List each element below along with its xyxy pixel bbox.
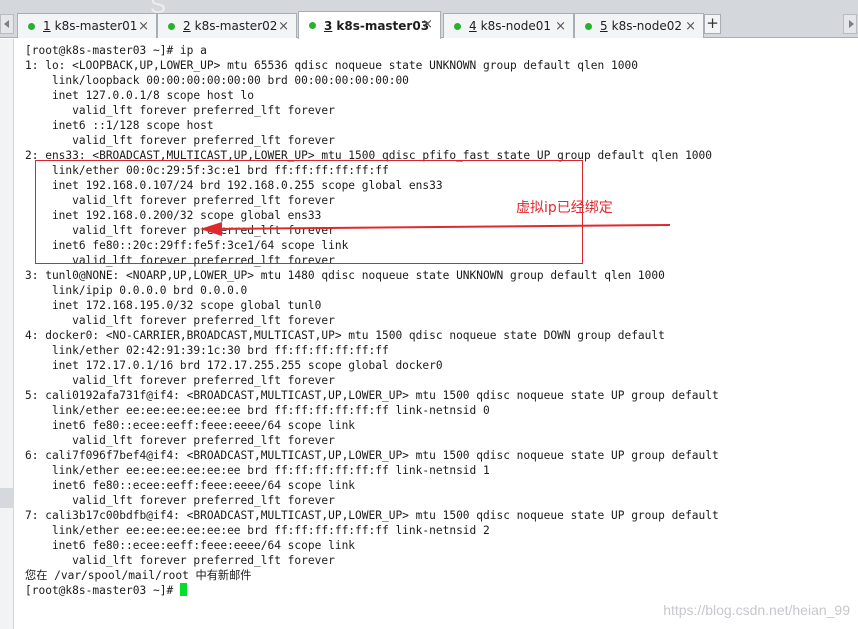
connected-status-icon <box>168 22 175 30</box>
tab-number: 5 <box>600 19 608 33</box>
terminal-prompt-line[interactable]: [root@k8s-master03 ~]# <box>25 583 845 598</box>
terminal-line: 4: docker0: <NO-CARRIER,BROADCAST,MULTIC… <box>25 329 665 342</box>
tab-scroll-left-button[interactable] <box>0 14 14 34</box>
tab-bar: S 1 k8s-master01 × 2 k8s-master02 × 3 k8… <box>0 0 858 39</box>
terminal-line: valid_lft forever preferred_lft forever <box>25 554 335 567</box>
terminal-line: valid_lft forever preferred_lft forever <box>25 374 335 387</box>
terminal-line: 您在 /var/spool/mail/root 中有新邮件 <box>25 569 252 582</box>
terminal-line: 5: cali0192afa731f@if4: <BROADCAST,MULTI… <box>25 389 719 402</box>
terminal-line: 1: lo: <LOOPBACK,UP,LOWER_UP> mtu 65536 … <box>25 59 638 72</box>
tab-close-icon[interactable]: × <box>422 17 433 32</box>
terminal-line: link/loopback 00:00:00:00:00:00 brd 00:0… <box>25 74 409 87</box>
terminal-line: valid_lft forever preferred_lft forever <box>25 434 335 447</box>
terminal-line: link/ipip 0.0.0.0 brd 0.0.0.0 <box>25 284 248 297</box>
tab-number: 4 <box>469 19 477 33</box>
terminal-line: link/ether ee:ee:ee:ee:ee:ee brd ff:ff:f… <box>25 404 490 417</box>
tab-k8s-master01[interactable]: 1 k8s-master01 × <box>17 13 157 38</box>
tab-k8s-node01[interactable]: 4 k8s-node01 × <box>443 13 574 38</box>
tab-number: 3 <box>324 18 333 33</box>
terminal-line: 6: cali7f096f7bef4@if4: <BROADCAST,MULTI… <box>25 449 719 462</box>
terminal-line: [root@k8s-master03 ~]# ip a <box>25 44 207 57</box>
tab-k8s-master03[interactable]: 3 k8s-master03 × <box>298 11 441 39</box>
connected-status-icon <box>309 22 316 29</box>
terminal-line: link/ether 02:42:91:39:1c:30 brd ff:ff:f… <box>25 344 389 357</box>
tab-close-icon[interactable]: × <box>138 19 149 34</box>
tab-close-icon[interactable]: × <box>685 19 696 34</box>
annotation-label: 虚拟ip已经绑定 <box>516 200 613 216</box>
terminal-line: link/ether ee:ee:ee:ee:ee:ee brd ff:ff:f… <box>25 524 490 537</box>
connected-status-icon <box>454 22 461 30</box>
connected-status-icon <box>28 22 35 30</box>
tab-label: k8s-master01 <box>54 19 138 33</box>
terminal-line: inet 172.168.195.0/32 scope global tunl0 <box>25 299 322 312</box>
tab-number: 1 <box>43 19 51 33</box>
terminal-line: link/ether ee:ee:ee:ee:ee:ee brd ff:ff:f… <box>25 464 490 477</box>
text-cursor <box>179 583 187 596</box>
left-side-panel <box>0 39 14 629</box>
tab-label: k8s-master02 <box>194 19 278 33</box>
tab-k8s-node02[interactable]: 5 k8s-node02 × <box>574 13 704 38</box>
tab-label: k8s-node01 <box>480 19 552 33</box>
terminal-line: inet6 fe80::ecee:eeff:feee:eeee/64 scope… <box>25 539 356 552</box>
terminal-line: inet 172.17.0.1/16 brd 172.17.255.255 sc… <box>25 359 443 372</box>
highlight-box <box>35 160 583 264</box>
terminal-line: valid_lft forever preferred_lft forever <box>25 104 335 117</box>
terminal-output[interactable]: [root@k8s-master03 ~]# ip a 1: lo: <LOOPB… <box>25 43 845 598</box>
tab-close-icon[interactable]: × <box>278 19 289 34</box>
connected-status-icon <box>585 22 592 30</box>
terminal-line: inet 127.0.0.1/8 scope host lo <box>25 89 255 102</box>
terminal-line: valid_lft forever preferred_lft forever <box>25 494 335 507</box>
tab-k8s-master02[interactable]: 2 k8s-master02 × <box>157 13 297 38</box>
terminal-line: valid_lft forever preferred_lft forever <box>25 134 335 147</box>
terminal-line: 3: tunl0@NONE: <NOARP,UP,LOWER_UP> mtu 1… <box>25 269 665 282</box>
terminal-line: inet6 ::1/128 scope host <box>25 119 214 132</box>
tab-close-icon[interactable]: × <box>555 19 566 34</box>
tab-scroll-right-button[interactable] <box>843 14 857 34</box>
tab-number: 2 <box>183 19 191 33</box>
watermark-url: https://blog.csdn.net/heian_99 <box>663 602 850 618</box>
tab-label: k8s-node02 <box>611 19 683 33</box>
terminal-line: valid_lft forever preferred_lft forever <box>25 314 335 327</box>
terminal-line: inet6 fe80::ecee:eeff:feee:eeee/64 scope… <box>25 479 356 492</box>
add-tab-button[interactable]: + <box>704 14 721 34</box>
tab-label: k8s-master03 <box>336 18 430 33</box>
left-panel-handle[interactable] <box>0 488 14 508</box>
shell-prompt: [root@k8s-master03 ~]# <box>25 584 180 597</box>
terminal-line: 7: cali3b17c00bdfb@if4: <BROADCAST,MULTI… <box>25 509 719 522</box>
terminal-line: inet6 fe80::ecee:eeff:feee:eeee/64 scope… <box>25 419 356 432</box>
